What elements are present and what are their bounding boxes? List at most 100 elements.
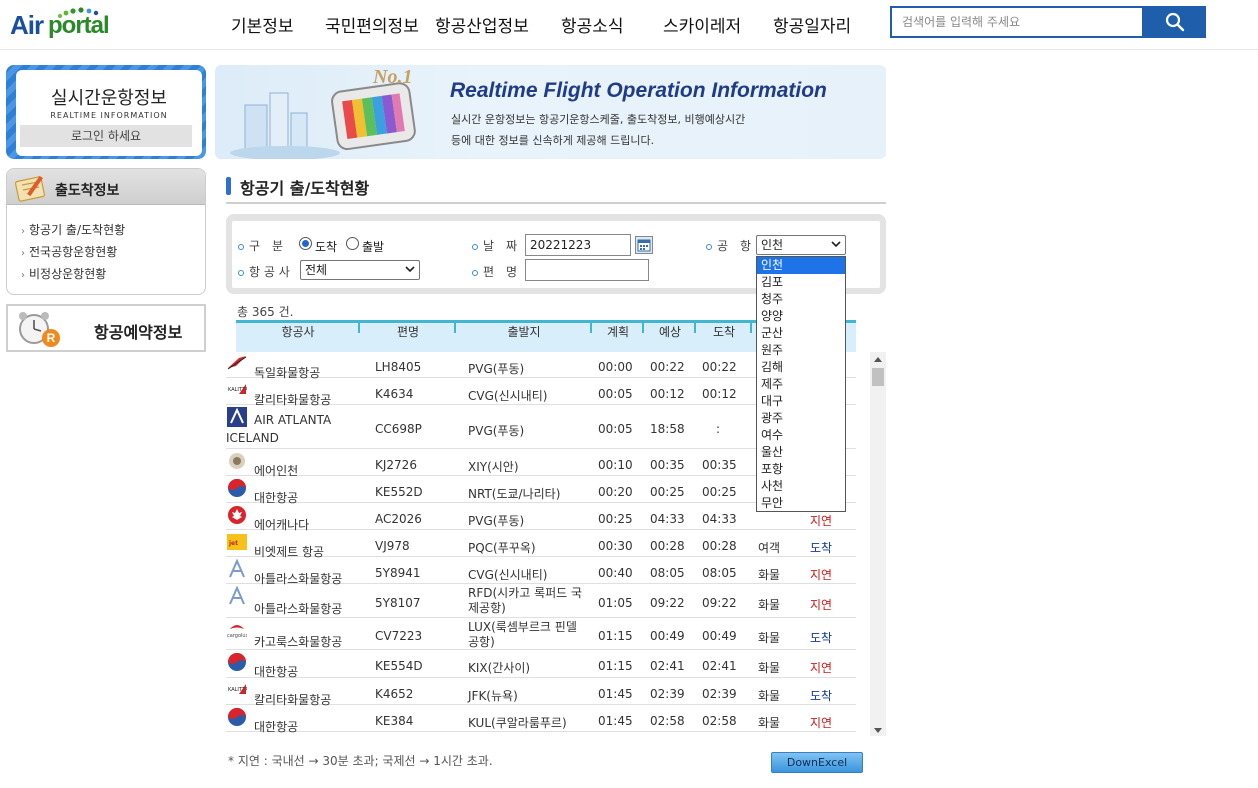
airport-label: 공 항 bbox=[706, 237, 751, 254]
table-row: 대한항공 KE384 KUL(쿠알라룸푸르) 01:45 02:58 02:58 화물 지연 bbox=[226, 705, 856, 734]
search-button[interactable] bbox=[1143, 6, 1206, 38]
title-marker bbox=[226, 177, 231, 195]
nav-sky-leisure[interactable]: 스카이레저 bbox=[663, 12, 741, 37]
calendar-button[interactable] bbox=[635, 236, 653, 254]
search-input[interactable] bbox=[892, 8, 1140, 36]
flight-number: K4652 bbox=[375, 687, 414, 701]
airport-option[interactable]: 사천 bbox=[757, 478, 845, 495]
flight-number: CV7223 bbox=[375, 629, 423, 643]
header-airline: 항공사 bbox=[281, 325, 315, 339]
realtime-subtitle: REALTIME INFORMATION bbox=[50, 111, 168, 120]
flight-number: AC2026 bbox=[375, 512, 422, 526]
estimated-time: 09:22 bbox=[650, 596, 685, 610]
table-row: 아틀라스화물항공 5Y8941 CVG(신시내티) 00:40 08:05 08:05 화물… bbox=[226, 557, 856, 586]
estimated-time: 00:12 bbox=[650, 387, 685, 401]
airportal-logo[interactable]: Air portal bbox=[10, 6, 110, 44]
flight-number: KE552D bbox=[375, 485, 423, 499]
estimated-time: 00:25 bbox=[650, 485, 685, 499]
table-row: 아틀라스화물항공 5Y8107 RFD(시카고 록퍼드 국제공항) 01:05 09:2… bbox=[226, 584, 856, 618]
planned-time: 00:25 bbox=[598, 512, 633, 526]
airport-option[interactable]: 군산 bbox=[757, 325, 845, 342]
estimated-time: 18:58 bbox=[650, 422, 685, 436]
realtime-title: 실시간운항정보 bbox=[51, 88, 167, 109]
realtime-banner: No.1 Realtime Flight Operation Informati… bbox=[215, 65, 886, 159]
arrival-time: 04:33 bbox=[702, 512, 737, 526]
estimated-time: 00:28 bbox=[650, 539, 685, 553]
nav-aviation-jobs[interactable]: 항공일자리 bbox=[773, 12, 851, 37]
arrival-time: 00:28 bbox=[702, 539, 737, 553]
air-incheon-logo-icon bbox=[227, 451, 247, 471]
menu-airport-operations[interactable]: 전국공항운항현황 bbox=[21, 243, 117, 260]
flight-number: 5Y8941 bbox=[375, 566, 421, 580]
airport-option[interactable]: 김포 bbox=[757, 274, 845, 291]
flight-kind: 화물 bbox=[758, 598, 781, 612]
airport-option[interactable]: 원주 bbox=[757, 342, 845, 359]
arrival-time: 09:22 bbox=[702, 596, 737, 610]
page-title-bar: 항공기 출/도착현황 bbox=[226, 172, 886, 204]
table-row: 대한항공 KE554D KIX(간사이) 01:15 02:41 02:41 화물 지연 bbox=[226, 650, 856, 679]
login-button[interactable]: 로그인 하세요 bbox=[20, 125, 192, 147]
flight-kind: 여객 bbox=[758, 541, 781, 555]
atlas-logo-icon bbox=[227, 585, 247, 606]
scroll-thumb[interactable] bbox=[872, 368, 884, 386]
menu-irregular-operations[interactable]: 비정상운항현황 bbox=[21, 265, 106, 282]
planned-time: 01:15 bbox=[598, 659, 633, 673]
estimated-time: 00:35 bbox=[650, 458, 685, 472]
flight-kind: 화물 bbox=[758, 716, 781, 730]
flight-status[interactable]: 도착 bbox=[810, 629, 832, 646]
airline-select-value: 전체 bbox=[305, 263, 328, 277]
reservation-info-link[interactable]: R 항공예약정보 bbox=[6, 304, 206, 352]
airport-option[interactable]: 인천 bbox=[757, 257, 845, 274]
arrival-radio[interactable] bbox=[299, 237, 312, 250]
download-excel-button[interactable]: DownExcel bbox=[771, 752, 863, 773]
flight-number: CC698P bbox=[375, 422, 422, 436]
nav-public-convenience[interactable]: 국민편의정보 bbox=[325, 12, 419, 37]
airport-option[interactable]: 광주 bbox=[757, 410, 845, 427]
flight-kind: 화물 bbox=[758, 661, 781, 675]
flight-number-input[interactable] bbox=[525, 259, 649, 281]
date-input[interactable]: 20221223 bbox=[525, 234, 631, 256]
nav-aviation-news[interactable]: 항공소식 bbox=[561, 12, 624, 37]
airport-option[interactable]: 청주 bbox=[757, 291, 845, 308]
airline-select[interactable]: 전체 bbox=[300, 260, 420, 280]
origin-airport: PVG(푸동) bbox=[468, 424, 525, 438]
table-scrollbar[interactable] bbox=[870, 352, 886, 736]
scroll-up-arrow[interactable] bbox=[874, 357, 882, 362]
origin-airport: PQC(푸꾸옥) bbox=[468, 541, 536, 555]
scroll-down-arrow[interactable] bbox=[874, 728, 882, 733]
korean-air-logo-icon bbox=[227, 652, 247, 672]
nav-basic-info[interactable]: 기본정보 bbox=[231, 12, 294, 37]
origin-airport: JFK(뉴욕) bbox=[468, 689, 518, 703]
banner-description-line1: 실시간 운항정보는 항공기운항스케줄, 출도착정보, 비행예상시간 bbox=[451, 113, 746, 126]
departure-radio[interactable] bbox=[346, 237, 359, 250]
flight-number: KJ2726 bbox=[375, 458, 417, 472]
flight-status[interactable]: 도착 bbox=[810, 539, 832, 556]
kalitta-logo-icon: KALITTA bbox=[227, 680, 249, 700]
origin-airport: KUL(쿠알라룸푸르) bbox=[468, 716, 567, 730]
planned-time: 01:45 bbox=[598, 687, 633, 701]
airport-select[interactable]: 인천 bbox=[756, 235, 846, 255]
arrival-time: 00:49 bbox=[702, 629, 737, 643]
airport-option[interactable]: 무안 bbox=[757, 495, 845, 512]
airport-option[interactable]: 김해 bbox=[757, 359, 845, 376]
estimated-time: 00:49 bbox=[650, 629, 685, 643]
arrival-time: : bbox=[716, 422, 721, 436]
airport-option[interactable]: 대구 bbox=[757, 393, 845, 410]
airport-option[interactable]: 여수 bbox=[757, 427, 845, 444]
origin-airport: CVG(신시내티) bbox=[468, 568, 548, 582]
airport-option[interactable]: 포항 bbox=[757, 461, 845, 478]
menu-flight-status[interactable]: 항공기 출/도착현황 bbox=[21, 221, 125, 238]
planned-time: 00:20 bbox=[598, 485, 633, 499]
estimated-time: 02:41 bbox=[650, 659, 685, 673]
header-flight: 편명 bbox=[396, 325, 420, 339]
flight-number: LH8405 bbox=[375, 360, 422, 374]
flight-status: 지연 bbox=[810, 661, 833, 675]
nav-aviation-industry[interactable]: 항공산업정보 bbox=[435, 12, 529, 37]
lufthansa-cargo-logo-icon bbox=[227, 354, 247, 374]
airport-option[interactable]: 제주 bbox=[757, 376, 845, 393]
flight-status[interactable]: 도착 bbox=[810, 687, 832, 704]
logo-text-air: Air bbox=[10, 10, 44, 40]
search-icon bbox=[1165, 12, 1184, 32]
airport-option[interactable]: 양양 bbox=[757, 308, 845, 325]
airport-option[interactable]: 울산 bbox=[757, 444, 845, 461]
